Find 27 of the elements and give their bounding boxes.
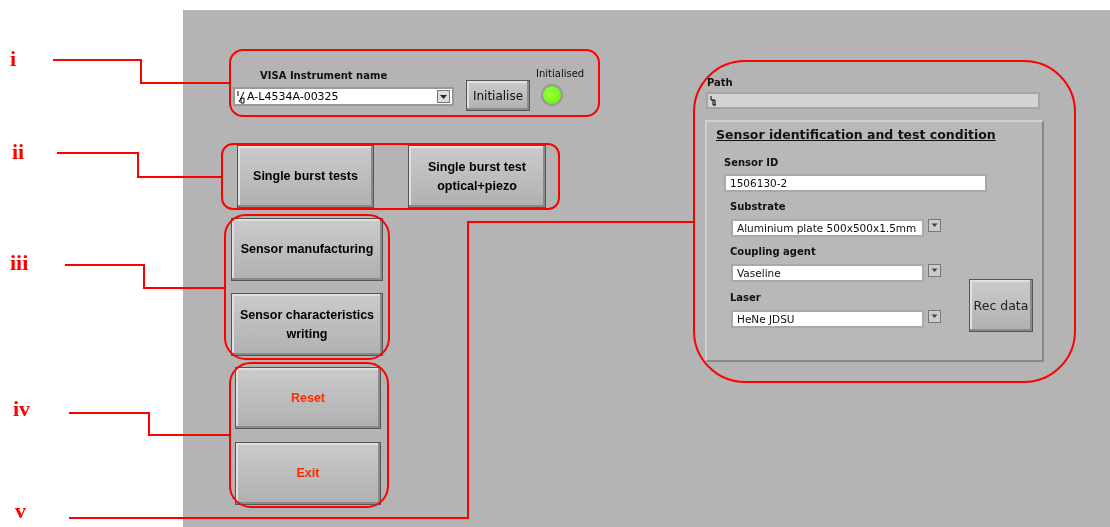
sensor-id-field[interactable]: 1506130-2 (724, 174, 987, 192)
sensor-id-label: Sensor ID (724, 157, 779, 168)
action-button[interactable]: Sensor characteristics writing (231, 293, 383, 356)
action-button[interactable]: Single burst tests (237, 145, 374, 208)
ring-label: Laser (730, 292, 761, 303)
instrument-label: VISA Instrument name (260, 70, 388, 81)
callout-label: iv (13, 398, 31, 420)
ring-field[interactable]: Vaseline (731, 264, 924, 282)
callout-label: v (15, 500, 26, 522)
path-icon (710, 95, 717, 106)
cluster-title: Sensor identification and test condition (716, 127, 996, 142)
initialise-button[interactable]: Initialise (466, 80, 530, 111)
ring-label: Coupling agent (730, 246, 816, 257)
ring-label: Substrate (730, 201, 786, 212)
ring-field[interactable]: Aluminium plate 500x500x1.5mm (731, 219, 924, 237)
rec-data-button[interactable]: Rec data (969, 279, 1033, 332)
action-button[interactable]: Single burst test optical+piezo (408, 145, 546, 208)
ring-field[interactable]: HeNe JDSU (731, 310, 924, 328)
instrument-dropdown[interactable]: A-L4534A-00325 (233, 87, 454, 106)
io-icon (237, 89, 246, 104)
callout-label: iii (10, 252, 29, 274)
indicator-label: Initialised (536, 68, 585, 79)
callout-label: i (10, 48, 17, 70)
path-field[interactable] (706, 92, 1040, 109)
callout-label: ii (12, 141, 25, 163)
action-button[interactable]: Sensor manufacturing (231, 218, 383, 281)
path-label: Path (707, 77, 733, 88)
